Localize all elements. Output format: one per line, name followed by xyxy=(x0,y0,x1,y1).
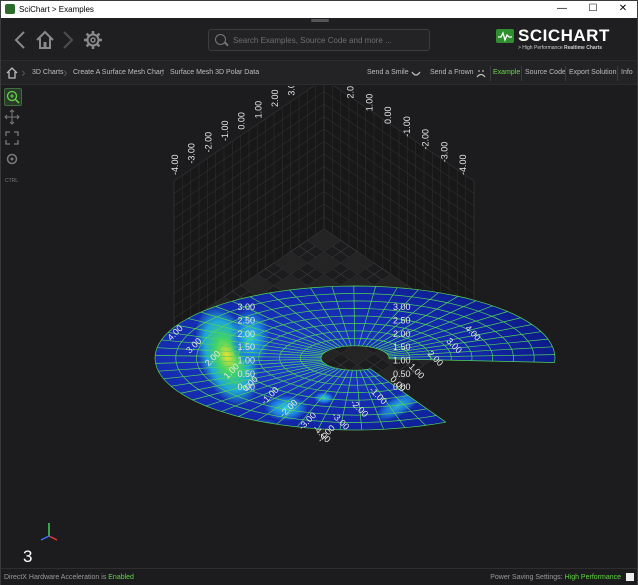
logo-wave-icon xyxy=(496,29,514,43)
frown-icon[interactable] xyxy=(475,67,487,79)
x-axis-tick-label: 2.00 xyxy=(346,86,356,99)
close-button[interactable]: ✕ xyxy=(608,1,638,18)
settings-tool[interactable] xyxy=(4,151,22,169)
surface-mesh-chart[interactable]: -4.00-3.00-2.00-1.000.001.002.003.004.00… xyxy=(24,55,636,568)
export-solution-button[interactable]: Export Solution xyxy=(569,69,616,76)
divider xyxy=(565,66,566,81)
zoom-tool[interactable] xyxy=(4,88,22,106)
chevron-right-icon: › xyxy=(160,64,165,80)
home-icon[interactable] xyxy=(35,30,55,50)
app-icon xyxy=(5,4,15,14)
breadcrumb-item-current[interactable]: Surface Mesh 3D Polar Data xyxy=(170,69,259,76)
chart-toolbar: CTRL xyxy=(2,86,24,196)
x-axis-tick-label: -1.00 xyxy=(402,116,412,137)
y-axis-tick-label: 3.00 xyxy=(393,302,411,312)
y-axis-tick-label: 2.50 xyxy=(238,315,256,325)
ctrl-icon: CTRL xyxy=(5,178,18,184)
status-bar: DirectX Hardware Acceleration is Enabled… xyxy=(1,568,637,585)
divider xyxy=(617,66,618,81)
tab-source-code[interactable]: Source Code xyxy=(525,69,566,76)
y-axis-tick-label: 2.00 xyxy=(238,329,256,339)
divider xyxy=(521,66,522,81)
drag-grip[interactable] xyxy=(311,19,329,22)
z-axis-tick-label: 0.00 xyxy=(237,112,247,130)
pan-tool[interactable] xyxy=(4,109,22,127)
send-frown-button[interactable]: Send a Frown xyxy=(430,69,474,76)
pan-icon xyxy=(4,109,20,125)
fit-icon xyxy=(5,131,19,145)
breadcrumb-item-3d-charts[interactable]: 3D Charts xyxy=(32,69,64,76)
z-axis-tick-label: -3.00 xyxy=(187,143,197,164)
breadcrumb-item-surface-mesh[interactable]: Create A Surface Mesh Chart xyxy=(73,69,164,76)
z-axis-tick-label: 2.00 xyxy=(270,89,280,107)
axis-orientation-gizmo xyxy=(40,523,58,541)
y-axis-tick-label: 1.00 xyxy=(393,355,411,365)
back-arrow-icon[interactable] xyxy=(13,30,27,50)
y-axis-tick-label: 3.00 xyxy=(238,302,256,312)
y-axis-tick-label: 1.50 xyxy=(238,342,256,352)
logo-tagline: > High Performance Realtime Charts xyxy=(518,45,603,51)
forward-arrow-icon[interactable] xyxy=(61,30,75,50)
x-axis-tick-label: -3.00 xyxy=(439,142,449,163)
title-bar: SciChart > Examples — ☐ ✕ xyxy=(1,1,637,18)
z-axis-tick-label: 1.00 xyxy=(253,101,263,119)
z-axis-tick-label: 3.00 xyxy=(287,86,297,96)
zoom-icon xyxy=(6,90,20,104)
chart-canvas[interactable]: -4.00-3.00-2.00-1.000.001.002.003.004.00… xyxy=(24,55,636,568)
x-axis-tick-label: 1.00 xyxy=(364,94,374,112)
maximize-button[interactable]: ☐ xyxy=(578,1,608,18)
divider xyxy=(490,66,491,81)
x-axis-tick-label: -4.00 xyxy=(458,154,468,175)
y-axis-tick-label: 2.50 xyxy=(393,315,411,325)
z-axis-tick-label: -1.00 xyxy=(220,120,230,141)
app-window: SciChart > Examples — ☐ ✕ SCICHART > Hig… xyxy=(0,0,638,585)
ctrl-tool[interactable]: CTRL xyxy=(4,172,22,190)
chevron-right-icon: › xyxy=(63,64,68,80)
fit-tool[interactable] xyxy=(4,130,22,148)
search-icon xyxy=(215,34,226,45)
power-saving-status: Power Saving Settings: High Performance xyxy=(490,574,621,581)
info-button[interactable]: Info xyxy=(621,69,633,76)
svg-text:CTRL: CTRL xyxy=(5,178,18,184)
y-axis-tick-label: 1.50 xyxy=(393,342,411,352)
x-axis-tick-label: 0.00 xyxy=(383,106,393,124)
search-input[interactable] xyxy=(233,33,423,47)
y-axis-tick-label: 1.00 xyxy=(238,355,256,365)
hardware-acceleration-status: DirectX Hardware Acceleration is Enabled xyxy=(4,574,134,581)
minimize-button[interactable]: — xyxy=(547,1,577,18)
z-axis-tick-label: -2.00 xyxy=(203,132,213,153)
z-axis-indicator xyxy=(40,535,50,541)
breadcrumb-home-icon[interactable] xyxy=(6,67,18,79)
gear-icon[interactable] xyxy=(83,30,103,50)
logo-wordmark: SCICHART xyxy=(518,26,610,45)
send-smile-button[interactable]: Send a Smile xyxy=(367,69,409,76)
resize-grip[interactable] xyxy=(626,573,634,581)
window-title: SciChart > Examples xyxy=(19,5,94,14)
tab-example[interactable]: Example xyxy=(493,69,520,76)
x-axis-indicator xyxy=(48,535,58,541)
settings-icon xyxy=(6,153,18,165)
y-axis-tick-label: 2.00 xyxy=(393,329,411,339)
z-axis-tick-label: -4.00 xyxy=(170,154,180,175)
search-box[interactable] xyxy=(208,29,430,51)
header: SCICHART > High Performance Realtime Cha… xyxy=(1,18,637,60)
scene-number: 3 xyxy=(23,547,33,566)
chevron-right-icon: › xyxy=(21,64,26,80)
breadcrumb-bar: › 3D Charts › Create A Surface Mesh Char… xyxy=(1,60,637,85)
smile-icon[interactable] xyxy=(410,67,422,79)
x-axis-tick-label: -2.00 xyxy=(421,129,431,150)
